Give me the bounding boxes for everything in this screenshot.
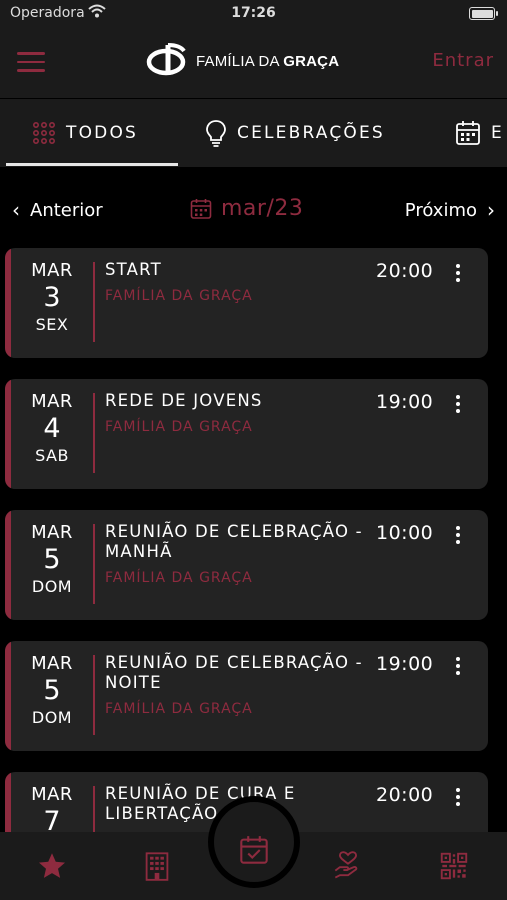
event-date: MAR 5 DOM xyxy=(11,522,93,596)
event-date: MAR 7 xyxy=(11,784,93,832)
category-tabs: TODOS CELEBRAÇÕES E xyxy=(0,99,507,167)
event-title: START xyxy=(105,260,162,279)
event-month: MAR xyxy=(31,391,73,412)
date-divider xyxy=(93,786,95,832)
tab-todos-label: TODOS xyxy=(66,123,139,143)
active-tab-indicator xyxy=(6,163,178,166)
grid-dots-icon xyxy=(32,121,55,144)
event-time: 10:00 xyxy=(376,522,434,544)
event-month: MAR xyxy=(31,260,73,281)
event-card[interactable]: MAR 5 DOM REUNIÃO DE CELEBRAÇÃO - MANHÃ … xyxy=(5,510,488,620)
month-navigation: ‹ Anterior mar/23 Próximo › xyxy=(0,190,507,234)
bottom-tab-donate[interactable] xyxy=(328,846,368,886)
more-options-icon[interactable] xyxy=(453,395,463,417)
event-time: 19:00 xyxy=(376,391,434,413)
tab-eventos-label: E xyxy=(491,123,504,143)
event-title-block: REDE DE JOVENS FAMÍLIA DA GRAÇA xyxy=(105,391,370,436)
status-time: 17:26 xyxy=(231,5,276,21)
event-date: MAR 5 DOM xyxy=(11,653,93,727)
event-list: MAR 3 SEX START FAMÍLIA DA GRAÇA 20:00 M… xyxy=(0,248,507,832)
chevron-right-icon: › xyxy=(487,198,495,222)
event-weekday: DOM xyxy=(31,708,73,727)
more-options-icon[interactable] xyxy=(453,788,463,810)
month-label: mar/23 xyxy=(221,196,304,221)
event-month: MAR xyxy=(31,653,73,674)
tab-celebracoes-label: CELEBRAÇÕES xyxy=(237,123,385,143)
event-title-block: REUNIÃO DE CELEBRAÇÃO - MANHÃ FAMÍLIA DA… xyxy=(105,522,370,587)
building-icon xyxy=(145,852,169,881)
bottom-tab-church[interactable] xyxy=(137,846,177,886)
event-title: REUNIÃO DE CELEBRAÇÃO - NOITE xyxy=(105,653,363,692)
event-title-block: START FAMÍLIA DA GRAÇA xyxy=(105,260,370,305)
event-organizer: FAMÍLIA DA GRAÇA xyxy=(105,288,253,304)
battery-icon xyxy=(469,7,498,20)
event-weekday: SEX xyxy=(35,315,69,334)
previous-month-button[interactable]: ‹ Anterior xyxy=(12,198,103,222)
tab-celebracoes[interactable]: CELEBRAÇÕES xyxy=(205,99,385,167)
event-date: MAR 3 SEX xyxy=(11,260,93,334)
bottom-tab-qrcode[interactable] xyxy=(434,846,474,886)
logo-text-bold: GRAÇA xyxy=(283,52,340,70)
logo-text-light: FAMÍLIA DA xyxy=(196,52,284,70)
more-options-icon[interactable] xyxy=(453,526,463,548)
calendar-icon xyxy=(456,121,480,145)
status-bar: Operadora 17:26 xyxy=(0,0,507,28)
logo-text: FAMÍLIA DA GRAÇA xyxy=(196,53,339,70)
next-label: Próximo xyxy=(404,199,477,221)
event-day: 4 xyxy=(43,413,61,444)
tab-eventos[interactable]: E xyxy=(455,99,504,167)
event-organizer: FAMÍLIA DA GRAÇA xyxy=(105,419,253,435)
star-icon xyxy=(39,853,65,878)
calendar-icon xyxy=(190,198,212,219)
event-card[interactable]: MAR 3 SEX START FAMÍLIA DA GRAÇA 20:00 xyxy=(5,248,488,358)
bottom-tab-favorites[interactable] xyxy=(32,846,72,886)
bottom-tab-agenda[interactable] xyxy=(234,830,274,870)
event-card[interactable]: MAR 4 SAB REDE DE JOVENS FAMÍLIA DA GRAÇ… xyxy=(5,379,488,489)
more-options-icon[interactable] xyxy=(453,657,463,679)
event-time: 20:00 xyxy=(376,784,434,806)
event-weekday: SAB xyxy=(35,446,69,465)
event-day: 5 xyxy=(43,675,61,706)
event-day: 3 xyxy=(43,282,61,313)
calendar-check-icon xyxy=(240,836,268,864)
event-card[interactable]: MAR 5 DOM REUNIÃO DE CELEBRAÇÃO - NOITE … xyxy=(5,641,488,751)
hand-heart-icon xyxy=(334,851,358,879)
tab-todos[interactable]: TODOS xyxy=(32,99,138,167)
qr-code-icon xyxy=(440,852,468,880)
app-logo: FAMÍLIA DA GRAÇA xyxy=(146,40,339,82)
event-month: MAR xyxy=(31,522,73,543)
date-divider xyxy=(93,393,95,473)
date-divider xyxy=(93,655,95,735)
current-month[interactable]: mar/23 xyxy=(190,196,303,221)
event-organizer: FAMÍLIA DA GRAÇA xyxy=(105,701,253,717)
event-time: 19:00 xyxy=(376,653,434,675)
date-divider xyxy=(93,262,95,342)
event-day: 5 xyxy=(43,544,61,575)
previous-label: Anterior xyxy=(30,199,103,221)
event-title: REUNIÃO DE CELEBRAÇÃO - MANHÃ xyxy=(105,522,363,561)
event-weekday: DOM xyxy=(31,577,73,596)
event-day: 7 xyxy=(43,806,61,832)
event-date: MAR 4 SAB xyxy=(11,391,93,465)
lightbulb-icon xyxy=(206,120,226,147)
app-header: FAMÍLIA DA GRAÇA Entrar xyxy=(0,28,507,98)
next-month-button[interactable]: Próximo › xyxy=(405,198,495,222)
date-divider xyxy=(93,524,95,604)
hamburger-menu-icon[interactable] xyxy=(17,52,45,72)
logo-mark-icon xyxy=(146,43,186,76)
event-month: MAR xyxy=(31,784,73,805)
event-organizer: FAMÍLIA DA GRAÇA xyxy=(105,570,253,586)
event-title: REDE DE JOVENS xyxy=(105,391,263,410)
more-options-icon[interactable] xyxy=(453,264,463,286)
event-time: 20:00 xyxy=(376,260,434,282)
event-title-block: REUNIÃO DE CELEBRAÇÃO - NOITE FAMÍLIA DA… xyxy=(105,653,370,718)
chevron-left-icon: ‹ xyxy=(12,198,20,222)
login-link[interactable]: Entrar xyxy=(432,50,494,71)
